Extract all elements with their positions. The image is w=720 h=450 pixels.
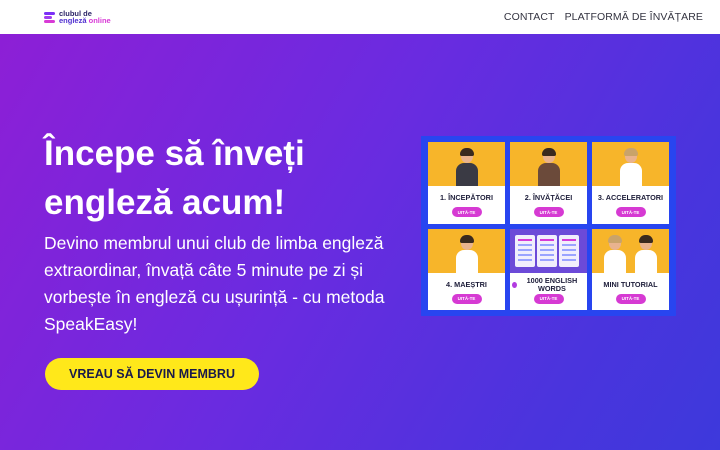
card-photo <box>592 228 669 273</box>
card-title: 1000 ENGLISH WORDS <box>510 276 587 293</box>
course-card-beginners[interactable]: 1. ÎNCEPĂTORI UITĂ-TE <box>428 142 505 224</box>
course-card-masters[interactable]: 4. MAEȘTRI UITĂ-TE <box>428 228 505 310</box>
top-navigation-bar: clubul de engleză online CONTACT PLATFOR… <box>0 0 720 34</box>
course-card-learners[interactable]: 2. ÎNVĂȚĂCEI UITĂ-TE <box>510 142 587 224</box>
card-watch-button[interactable]: UITĂ-TE <box>451 207 482 217</box>
card-watch-button[interactable]: UITĂ-TE <box>451 293 482 304</box>
person-illustration <box>602 233 628 273</box>
person-illustration <box>633 233 659 273</box>
card-screens-preview <box>510 228 587 273</box>
hero-description: Devino membrul unui club de limba englez… <box>44 233 385 334</box>
hero-headline: Începe să înveți engleză acum! <box>44 134 305 222</box>
card-title: 1. ÎNCEPĂTORI <box>440 193 493 202</box>
person-illustration <box>454 146 480 186</box>
logo-wordmark: clubul de engleză online <box>59 10 111 25</box>
card-watch-button[interactable]: UITĂ-TE <box>533 293 564 304</box>
become-member-button[interactable]: VREAU SĂ DEVIN MEMBRU <box>45 358 259 390</box>
card-photo <box>592 142 669 186</box>
nav-link-learning-platform[interactable]: PLATFORMĂ DE ÎNVĂȚARE <box>565 11 703 23</box>
card-watch-button[interactable]: UITĂ-TE <box>533 207 564 217</box>
person-illustration <box>454 233 480 273</box>
site-logo[interactable]: clubul de engleză online <box>44 7 111 27</box>
course-card-mini-tutorial[interactable]: MINI TUTORIAL UITĂ-TE <box>592 228 669 310</box>
course-card-1000-words[interactable]: 1000 ENGLISH WORDS UITĂ-TE <box>510 228 587 310</box>
logo-line-2: engleză online <box>59 16 111 25</box>
course-card-accelerators[interactable]: 3. ACCELERATORI UITĂ-TE <box>592 142 669 224</box>
card-photo <box>428 228 505 273</box>
logo-bars-icon <box>44 11 56 23</box>
card-title: 2. ÎNVĂȚĂCEI <box>524 193 573 202</box>
person-illustration <box>536 146 562 186</box>
hero-section: Începe să înveți engleză acum! Devino me… <box>0 34 720 450</box>
card-photo <box>510 142 587 186</box>
course-grid: 1. ÎNCEPĂTORI UITĂ-TE 2. ÎNVĂȚĂCEI UITĂ-… <box>421 136 676 316</box>
person-illustration <box>618 146 644 186</box>
card-title: 3. ACCELERATORI <box>597 193 664 202</box>
purple-dot-icon <box>512 281 517 288</box>
card-watch-button[interactable]: UITĂ-TE <box>615 293 646 304</box>
main-nav: CONTACT PLATFORMĂ DE ÎNVĂȚARE <box>504 11 703 23</box>
card-watch-button[interactable]: UITĂ-TE <box>615 207 646 217</box>
card-photo <box>428 142 505 186</box>
card-title: MINI TUTORIAL <box>603 279 658 289</box>
nav-link-contact[interactable]: CONTACT <box>504 11 555 23</box>
card-title: 4. MAEȘTRI <box>446 279 487 289</box>
